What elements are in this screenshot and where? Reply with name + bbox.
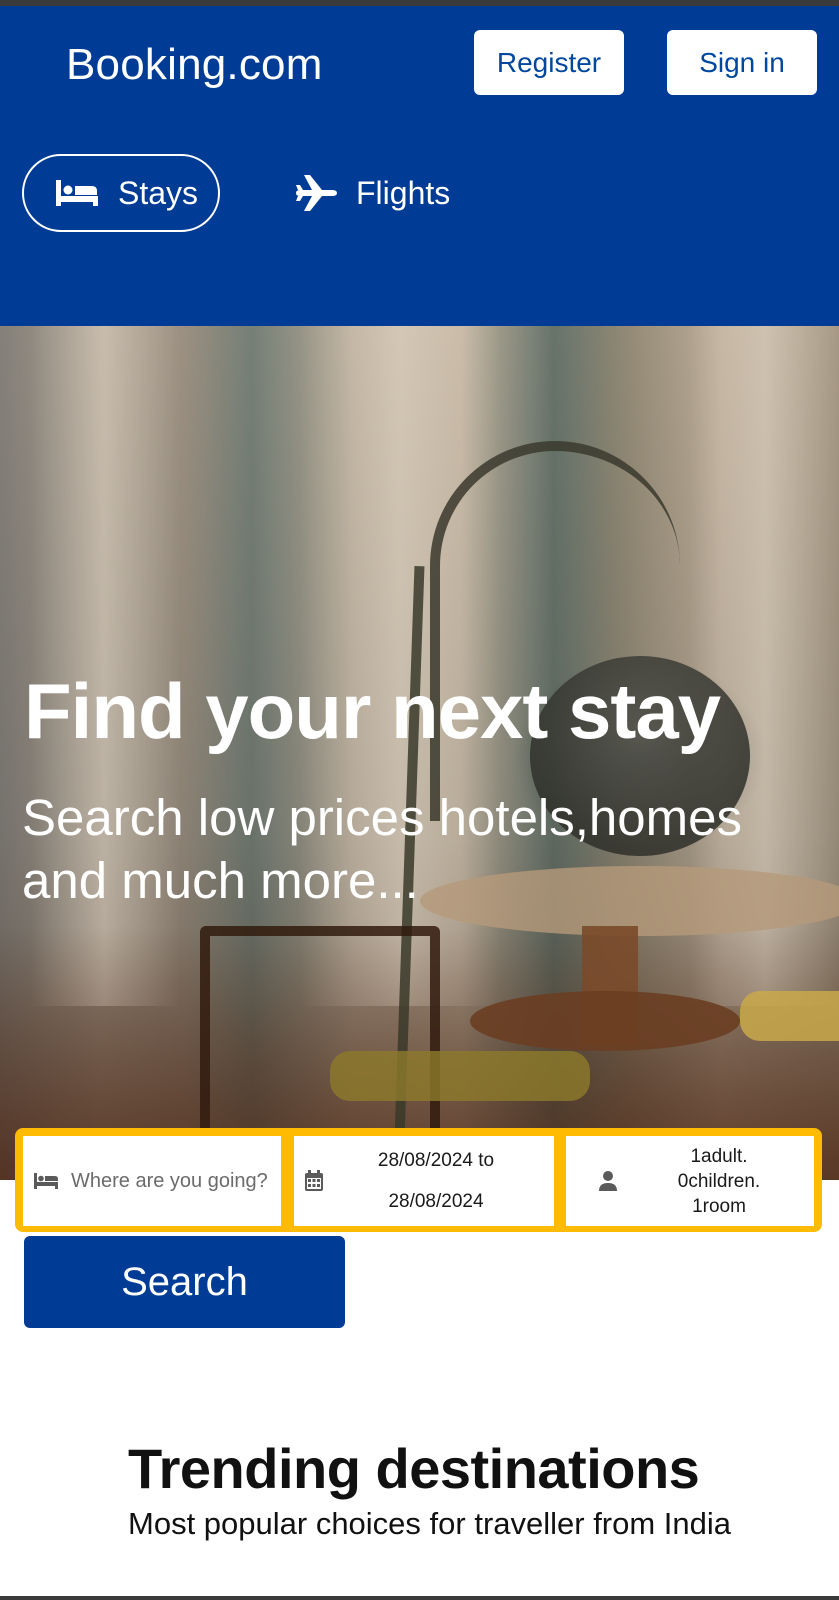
guests-field[interactable]: 1adult. 0children. 1room bbox=[566, 1136, 814, 1226]
guests-rooms-text: 1room bbox=[692, 1195, 746, 1217]
hero-subtitle: Search low prices hotels,homes and much … bbox=[22, 789, 743, 909]
bottom-strip bbox=[0, 1596, 839, 1600]
chair-shape bbox=[200, 926, 440, 1146]
hero-banner: Find your next stay Search low prices ho… bbox=[0, 326, 839, 1180]
search-bar: 28/08/2024 to 28/08/2024 1adult. 0childr… bbox=[15, 1128, 822, 1232]
bed-icon bbox=[54, 178, 100, 208]
calendar-icon bbox=[304, 1170, 324, 1192]
sign-in-button[interactable]: Sign in bbox=[667, 30, 817, 95]
side-table-shape bbox=[470, 991, 740, 1051]
destination-field[interactable] bbox=[23, 1136, 286, 1226]
bed-icon bbox=[33, 1172, 59, 1190]
date-range-value: 28/08/2024 to 28/08/2024 bbox=[336, 1140, 536, 1222]
tab-flights-label: Flights bbox=[356, 174, 451, 211]
register-button[interactable]: Register bbox=[474, 30, 624, 95]
site-logo[interactable]: Booking.com bbox=[66, 40, 323, 90]
top-header: Booking.com Register Sign in Stays Fligh… bbox=[0, 6, 839, 326]
tab-stays-label: Stays bbox=[118, 174, 199, 211]
guests-value: 1adult. 0children. 1room bbox=[644, 1144, 794, 1219]
hero-title: Find your next stay bbox=[24, 667, 721, 755]
date-to-text: 28/08/2024 bbox=[388, 1191, 484, 1212]
destination-input[interactable] bbox=[71, 1169, 286, 1193]
airplane-icon bbox=[294, 173, 338, 213]
trending-subtitle: Most popular choices for traveller from … bbox=[128, 1506, 732, 1541]
tab-stays[interactable]: Stays bbox=[22, 154, 220, 232]
guests-children-text: 0children. bbox=[677, 1170, 761, 1192]
tab-flights[interactable]: Flights bbox=[294, 154, 450, 232]
person-icon bbox=[598, 1170, 618, 1192]
cushion-shape bbox=[740, 991, 839, 1041]
date-from-text: 28/08/2024 to bbox=[377, 1150, 495, 1171]
cushion-shape bbox=[330, 1051, 590, 1101]
guests-adults-text: 1adult. bbox=[690, 1145, 748, 1167]
date-range-field[interactable]: 28/08/2024 to 28/08/2024 bbox=[294, 1136, 554, 1226]
search-button[interactable]: Search bbox=[24, 1236, 345, 1328]
trending-title: Trending destinations bbox=[128, 1437, 700, 1500]
